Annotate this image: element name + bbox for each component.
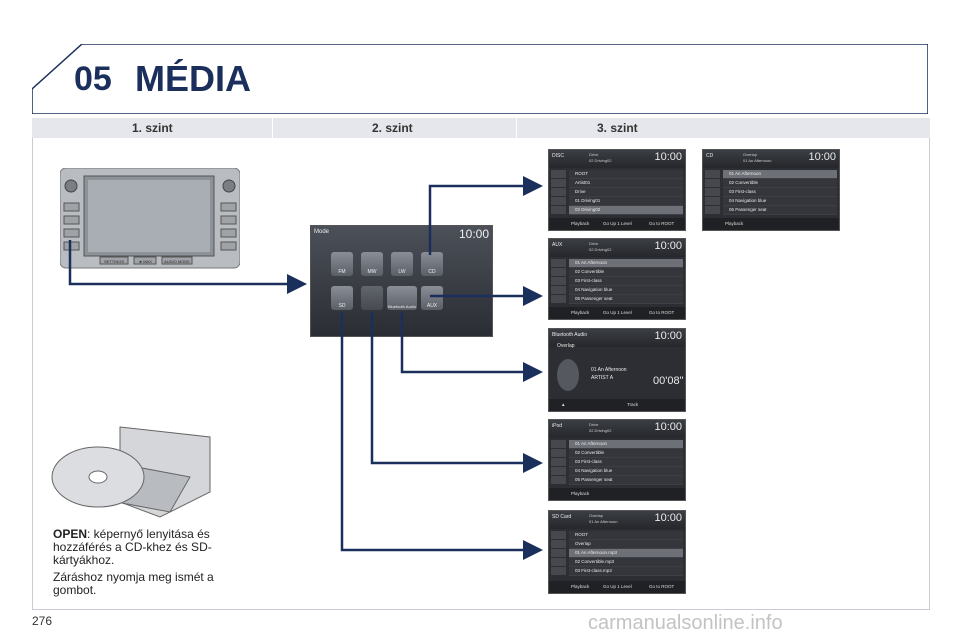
list-item[interactable]: 01 An Afternoon	[723, 170, 837, 179]
list-item[interactable]: 02 Convertible	[723, 179, 837, 188]
page-number: 276	[32, 614, 53, 628]
list-item[interactable]: 04 Navigation blue	[569, 286, 683, 295]
open-instruction: OPEN: képernyő lenyitása és hozzáférés a…	[53, 528, 243, 601]
list-item[interactable]: 03 First-class	[569, 277, 683, 286]
list-item[interactable]: 05 Passenger seat	[569, 476, 683, 485]
bluetooth-icon	[557, 359, 579, 391]
list-item[interactable]: 03 First-class	[723, 188, 837, 197]
bluetooth-audio-screen: Bluetooth Audio 10:00 Overlap 01 An Afte…	[548, 328, 686, 412]
note-bold: OPEN	[53, 527, 88, 541]
sd-card-screen: SD Card Overlap 01 An Afternoon 10:00 ROO…	[548, 510, 686, 594]
list-item[interactable]: 02 Convertible	[569, 268, 683, 277]
list-item[interactable]: 01 An Afternoon	[569, 259, 683, 268]
bt-album: Overlap	[557, 343, 575, 349]
list-item[interactable]: ROOT	[569, 531, 683, 540]
list-item[interactable]: 03 First-class.mp3	[569, 567, 683, 576]
bt-track-button[interactable]: Track	[627, 402, 638, 407]
list-item[interactable]: ROOT	[569, 170, 683, 179]
bt-artist: ARTIST A	[591, 375, 614, 381]
list-item[interactable]: 02 Driving02	[569, 206, 683, 215]
list-item[interactable]: 02 Convertible	[569, 449, 683, 458]
bt-track: 01 An Afternoon	[591, 367, 627, 373]
list-item[interactable]: 01 Driving01	[569, 197, 683, 206]
watermark: carmanualsonline.info	[588, 612, 783, 634]
aux-screen: AUX Drive 02 Driving02 10:00 01 An Aftern…	[548, 238, 686, 320]
note-text-2: Záráshoz nyomja meg ismét a gombot.	[53, 570, 214, 597]
list-item[interactable]: Overlap	[569, 540, 683, 549]
list-item[interactable]: Drive	[569, 188, 683, 197]
list-item[interactable]: 01 An Afternoon	[569, 440, 683, 449]
list-item[interactable]: 02 Convertible.mp3	[569, 558, 683, 567]
list-item[interactable]: 04 Navigation blue	[723, 197, 837, 206]
disc-screen: DISC Drive 02 Driving02 10:00 ROOT Artist…	[548, 149, 686, 231]
list-item[interactable]: Artist01	[569, 179, 683, 188]
list-item[interactable]: 03 First-class	[569, 458, 683, 467]
list-item[interactable]: 01 An Afternoon.mp3	[569, 549, 683, 558]
cd-open-illustration	[50, 422, 220, 522]
list-item[interactable]: 05 Passenger seat	[723, 206, 837, 215]
list-item[interactable]: 04 Navigation blue	[569, 467, 683, 476]
ipod-screen: iPod Drive 02 Driving02 10:00 01 An After…	[548, 419, 686, 501]
list-item[interactable]: 05 Passenger seat	[569, 295, 683, 304]
bt-elapsed: 00'08"	[653, 375, 684, 387]
cd-screen: CD Overlap 01 An Afternoon 10:00 01 An Af…	[702, 149, 840, 231]
